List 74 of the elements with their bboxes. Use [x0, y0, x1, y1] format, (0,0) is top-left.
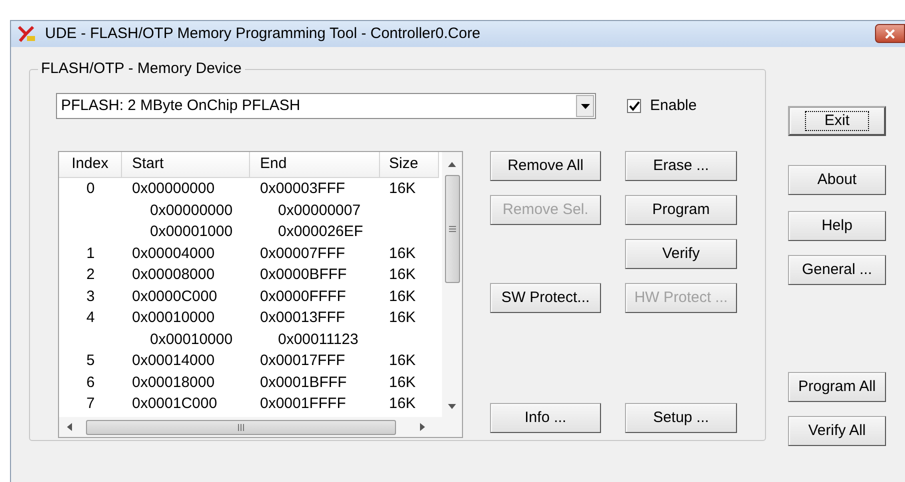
table-cell-text: 0x00010000 — [150, 330, 233, 350]
table-cell-text: 16K — [389, 372, 416, 392]
scroll-thumb[interactable] — [444, 175, 460, 283]
scroll-thumb[interactable] — [86, 420, 396, 434]
table-cell-text: 16K — [389, 265, 416, 285]
action-button[interactable]: Remove All — [490, 151, 601, 181]
table-cell-text: 16K — [389, 179, 416, 199]
table-cell-text: 0x00011123 — [278, 330, 358, 350]
column-header[interactable]: End — [250, 152, 380, 177]
table-cell-text: 0x00003FFF — [260, 179, 346, 199]
table-cell-text: 7 — [86, 394, 95, 414]
table-cell-text: 5 — [86, 351, 95, 371]
table-cell-text: 16K — [389, 394, 416, 414]
close-icon — [884, 28, 896, 38]
dropdown-arrow-icon — [580, 104, 590, 108]
close-button[interactable] — [875, 24, 905, 43]
table-cell-text: 0x0001FFFF — [260, 394, 346, 414]
table-cell-text: 0x00017FFF — [260, 351, 346, 371]
table-cell-text: 16K — [389, 308, 416, 328]
table-cell-text: 16K — [389, 286, 416, 306]
table-cell-text: 0x0000FFFF — [260, 286, 346, 306]
table-cell-text: 0x00000000 — [132, 179, 215, 199]
vertical-scrollbar[interactable] — [442, 152, 462, 417]
grip-icon — [448, 226, 456, 232]
table-cell-text: 0x0000C000 — [132, 286, 218, 306]
table-cell-text: 0x00007FFF — [260, 244, 346, 264]
table-cell-text: 0x00010000 — [132, 308, 215, 328]
table-cell-text: 16K — [389, 351, 416, 371]
column-header[interactable]: Size — [380, 152, 439, 177]
scroll-up-icon — [448, 162, 456, 167]
table-cell-text: 0x00014000 — [132, 351, 215, 371]
table-cell-text: 2 — [86, 265, 95, 285]
action-button[interactable]: Program — [625, 195, 737, 225]
scroll-down-icon — [448, 404, 456, 409]
side-button[interactable]: Program All — [788, 372, 886, 402]
table-cell-text: 0x00004000 — [132, 244, 215, 264]
table-cell-text: 6 — [86, 372, 95, 392]
enable-checkbox[interactable]: Enable — [627, 94, 697, 118]
side-button[interactable]: About — [788, 165, 886, 195]
table-cell-text: 0x0001C000 — [132, 394, 218, 414]
check-icon — [628, 101, 640, 111]
table-cell-text: 0x000026EF — [278, 222, 364, 242]
table-cell-text: 16K — [389, 244, 416, 264]
action-button[interactable]: SW Protect... — [490, 283, 601, 313]
table-cell-text: 0x0001BFFF — [260, 372, 347, 392]
group-label: FLASH/OTP - Memory Device — [38, 60, 245, 78]
table-cell-text: 3 — [86, 286, 95, 306]
side-button[interactable]: Exit — [788, 106, 886, 136]
action-button[interactable]: Info ... — [490, 403, 601, 433]
table-cell-text: 0x00008000 — [132, 265, 215, 285]
app-icon — [17, 25, 37, 43]
grip-icon — [238, 424, 244, 430]
side-button[interactable]: General ... — [788, 255, 886, 285]
table-cell-text: 0x00000007 — [278, 200, 361, 220]
action-button[interactable]: Erase ... — [625, 151, 737, 181]
scroll-right-icon — [420, 423, 425, 431]
scroll-left-icon — [67, 423, 72, 431]
side-button[interactable]: Help — [788, 211, 886, 241]
table-cell-text: 0x00018000 — [132, 372, 215, 392]
device-dropdown[interactable]: PFLASH: 2 MByte OnChip PFLASH — [56, 93, 596, 119]
action-button[interactable]: Verify — [625, 239, 737, 269]
table-cell-text: 0 — [86, 179, 95, 199]
table-cell-text: 0x00001000 — [150, 222, 233, 242]
window-title: UDE - FLASH/OTP Memory Programming Tool - Controller0.Core — [45, 24, 480, 44]
column-header[interactable]: Index — [59, 152, 122, 177]
table-cell-text: 1 — [86, 244, 95, 264]
table-cell-text: 4 — [86, 308, 95, 328]
column-header[interactable]: Start — [122, 152, 250, 177]
side-button[interactable]: Verify All — [788, 416, 886, 446]
horizontal-scrollbar[interactable] — [59, 417, 462, 437]
table-cell-text: 0x0000BFFF — [260, 265, 347, 285]
action-button[interactable]: Setup ... — [625, 403, 737, 433]
table-cell-text: 0x00013FFF — [260, 308, 346, 328]
table-cell-text: 0x00000000 — [150, 200, 233, 220]
